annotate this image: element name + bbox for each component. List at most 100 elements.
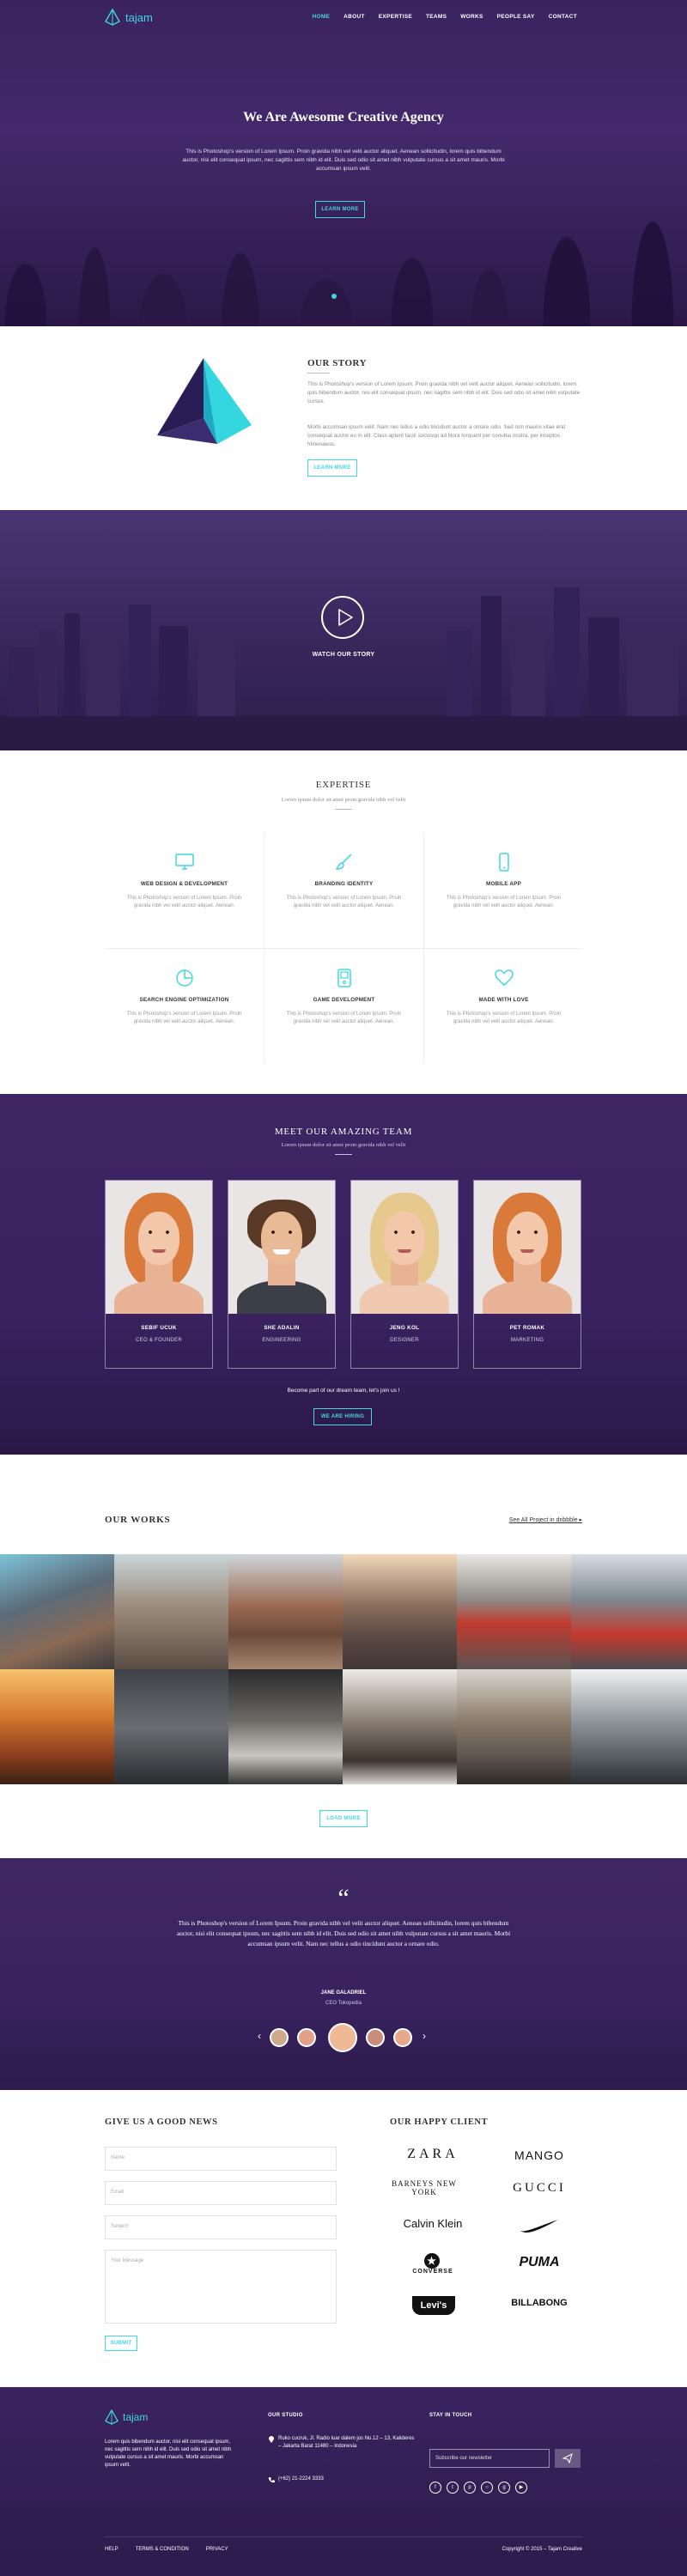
work-tile[interactable] xyxy=(0,1669,114,1784)
photo-face xyxy=(507,1212,548,1265)
zara-logo: ZARA xyxy=(407,2147,459,2161)
nike-swoosh-icon xyxy=(520,2220,558,2233)
title-divider xyxy=(335,809,352,810)
studio-title: OUR STUDIO xyxy=(268,2413,303,2418)
member-info: SEBIF UCUK CEO & FOUNDER xyxy=(106,1314,212,1368)
team-member-card[interactable]: PET ROMAK MARKETING xyxy=(473,1180,581,1369)
expertise-item-title: WEB DESIGN & DEVELOPMENT xyxy=(140,881,228,887)
nav-contact[interactable]: CONTACT xyxy=(549,14,577,20)
work-tile[interactable] xyxy=(228,1669,343,1784)
footer-logo[interactable]: tajam xyxy=(105,2409,148,2425)
story-paragraph-2: Morbi accumsan ipsum velit. Nam nec tell… xyxy=(307,424,566,447)
youtube-icon[interactable]: ▶ xyxy=(515,2482,527,2494)
load-more-button[interactable]: LOAD MORE xyxy=(319,1810,368,1827)
expertise-item: MADE WITH LOVE This is Photoshop's versi… xyxy=(424,949,583,1064)
pie-chart-icon xyxy=(175,969,193,987)
member-name: JENG KOL xyxy=(389,1325,420,1331)
story-learn-more-button[interactable]: LEARN MORE xyxy=(307,459,357,477)
brand-logo[interactable]: tajam xyxy=(105,9,153,26)
hero-learn-more-button[interactable]: LEARN MORE xyxy=(315,201,365,218)
footer-link-privacy[interactable]: PRIVACY xyxy=(206,2547,228,2552)
facebook-icon[interactable]: f xyxy=(429,2482,441,2494)
name-field[interactable]: Name xyxy=(105,2147,337,2171)
expertise-item-text: This is Photoshop's version of Lorem Ips… xyxy=(446,896,562,908)
work-tile[interactable] xyxy=(571,1554,687,1669)
footer-link-help[interactable]: HELP xyxy=(105,2547,119,2552)
expertise-title: EXPERTISE xyxy=(315,780,372,790)
submit-button[interactable]: SUBMIT xyxy=(105,2336,137,2351)
expertise-subtitle: Lorem ipsum dolor sit amet proin gravida… xyxy=(281,797,406,803)
phone-icon xyxy=(268,2477,275,2483)
newsletter-send-button[interactable] xyxy=(555,2449,581,2468)
testimonial-avatars xyxy=(258,2023,429,2052)
pinterest-icon[interactable]: p xyxy=(464,2482,476,2494)
team-subtitle: Lorem ipsum dolor sit amet proin gravida… xyxy=(281,1142,406,1148)
works-title: OUR WORKS xyxy=(105,1515,171,1525)
team-member-card[interactable]: SHE ADALIN ENGINEERING xyxy=(228,1180,336,1369)
instagram-icon[interactable]: ○ xyxy=(481,2482,493,2494)
expertise-item-text: This is Photoshop's version of Lorem Ips… xyxy=(126,1012,242,1024)
team-title: MEET OUR AMAZING TEAM xyxy=(274,1127,413,1137)
avatar-active[interactable] xyxy=(328,2023,357,2052)
member-name: SEBIF UCUK xyxy=(141,1325,177,1331)
play-button[interactable] xyxy=(321,596,364,639)
work-tile[interactable] xyxy=(0,1554,114,1669)
work-tile[interactable] xyxy=(343,1669,457,1784)
quote-icon: “ xyxy=(337,1884,350,1912)
clients-title: OUR HAPPY CLIENT xyxy=(390,2117,489,2127)
work-tile[interactable] xyxy=(114,1554,228,1669)
message-field[interactable]: Your Message xyxy=(105,2250,337,2324)
work-tile[interactable] xyxy=(457,1669,571,1784)
photo-mouth xyxy=(273,1249,290,1255)
expertise-item: MOBILE APP This is Photoshop's version o… xyxy=(424,833,583,948)
work-tile[interactable] xyxy=(571,1669,687,1784)
footer-link-terms[interactable]: TERMS & CONDITION xyxy=(136,2547,189,2552)
work-tile[interactable] xyxy=(343,1554,457,1669)
photo-mouth xyxy=(398,1249,411,1253)
avatar[interactable] xyxy=(270,2028,289,2047)
expertise-section: EXPERTISE Lorem ipsum dolor sit amet pro… xyxy=(0,750,687,1094)
photo-face xyxy=(261,1212,302,1265)
work-tile[interactable] xyxy=(228,1554,343,1669)
nav-teams[interactable]: TEAMS xyxy=(426,14,447,20)
hiring-button[interactable]: WE ARE HIRING xyxy=(313,1408,372,1425)
subject-field[interactable]: Subject xyxy=(105,2215,337,2239)
google-plus-icon[interactable]: g xyxy=(498,2482,510,2494)
team-member-card[interactable]: JENG KOL DESIGNER xyxy=(350,1180,459,1369)
works-gallery xyxy=(0,1554,687,1784)
photo-face xyxy=(384,1212,425,1265)
nav-works[interactable]: WORKS xyxy=(460,14,483,20)
nav-home[interactable]: HOME xyxy=(312,14,330,20)
work-tile[interactable] xyxy=(114,1669,228,1784)
gamepad-icon xyxy=(337,969,351,987)
gucci-logo: GUCCI xyxy=(513,2181,566,2195)
hero-text: This is Photoshop's version of Lorem Ips… xyxy=(182,149,505,172)
team-member-card[interactable]: SEBIF UCUK CEO & FOUNDER xyxy=(105,1180,213,1369)
hero-title: We Are Awesome Creative Agency xyxy=(243,110,444,125)
expertise-item-text: This is Photoshop's version of Lorem Ips… xyxy=(446,1012,562,1024)
avatar[interactable] xyxy=(393,2028,412,2047)
client-logos: ZARA MANGO BARNEYS NEW YORK GUCCI Calvin… xyxy=(390,2147,582,2353)
avatar[interactable] xyxy=(366,2028,385,2047)
nav-expertise[interactable]: EXPERTISE xyxy=(379,14,412,20)
converse-logo: ★ CONVERSE xyxy=(390,2253,476,2275)
copyright: Copyright © 2015 – Tajam Creative xyxy=(502,2547,582,2552)
expertise-item: WEB DESIGN & DEVELOPMENT This is Photosh… xyxy=(105,833,264,948)
converse-label: CONVERSE xyxy=(412,2269,453,2275)
nav-about[interactable]: ABOUT xyxy=(344,14,365,20)
expertise-item: BRANDING IDENTITY This is Photoshop's ve… xyxy=(264,833,423,948)
water-background xyxy=(0,716,687,750)
twitter-icon[interactable]: t xyxy=(447,2482,459,2494)
email-field[interactable]: Email xyxy=(105,2181,337,2205)
slider-dot[interactable] xyxy=(331,294,337,299)
nav-people-say[interactable]: PEOPLE SAY xyxy=(497,14,535,20)
work-tile[interactable] xyxy=(457,1554,571,1669)
newsletter-input[interactable]: Subscribe our newsletter xyxy=(429,2449,550,2468)
avatar[interactable] xyxy=(297,2028,316,2047)
dribbble-link[interactable]: See All Project in dribbble ▸ xyxy=(509,1516,582,1523)
barneys-logo: BARNEYS NEW YORK xyxy=(392,2179,457,2196)
team-join-note: Become part of our dream team, let's joi… xyxy=(287,1388,400,1394)
video-section: WATCH OUR STORY xyxy=(0,510,687,750)
expertise-item-title: BRANDING IDENTITY xyxy=(314,881,374,887)
photo-eyes xyxy=(515,1230,539,1234)
